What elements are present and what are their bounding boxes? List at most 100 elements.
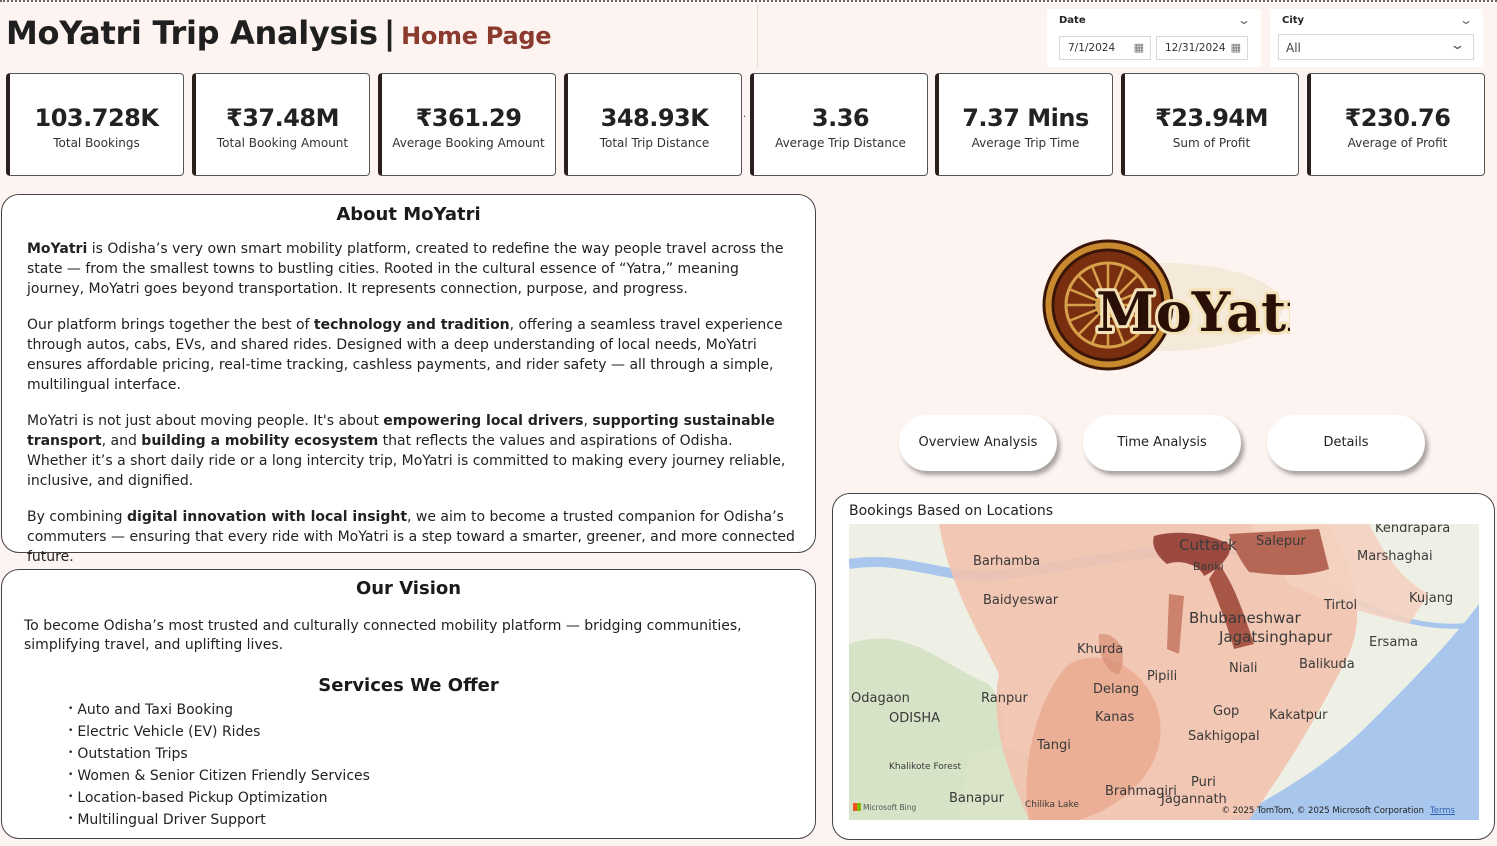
- map-terms-link[interactable]: Terms: [1430, 806, 1455, 816]
- map-label: Kakatpur: [1269, 708, 1328, 723]
- kpi-value: 348.93K: [600, 104, 709, 132]
- kpi-value: 3.36: [811, 104, 870, 132]
- date-start-input[interactable]: 7/1/2024 ▦: [1059, 36, 1151, 60]
- date-start-value: 7/1/2024: [1068, 42, 1116, 54]
- map-label: Kendrapara: [1375, 524, 1450, 536]
- about-text: ,: [583, 413, 593, 429]
- kpi-value: ₹361.29: [415, 104, 522, 132]
- date-slicer-label: Date: [1059, 15, 1086, 26]
- kpi-label: Total Trip Distance: [599, 136, 710, 150]
- service-item: Location-based Pickup Optimization: [68, 788, 815, 810]
- services-list: Auto and Taxi Booking Electric Vehicle (…: [68, 700, 815, 832]
- about-paragraph-1: MoYatri is Odisha’s very own smart mobil…: [27, 239, 797, 299]
- kpi-value: ₹37.48M: [226, 104, 340, 132]
- about-panel: About MoYatri MoYatri is Odisha’s very o…: [1, 194, 816, 565]
- kpi-label: Sum of Profit: [1172, 136, 1251, 150]
- kpi-value: 103.728K: [34, 104, 159, 132]
- kpi-label: Total Booking Amount: [216, 136, 349, 150]
- header-divider: [757, 4, 758, 68]
- about-bold-text: technology and tradition: [313, 317, 510, 333]
- city-slicer: City ⌄ All ⌄: [1270, 9, 1483, 67]
- about-paragraph-4: By combining digital innovation with loc…: [27, 507, 797, 567]
- map-label: Jagatsinghapur: [1218, 628, 1333, 646]
- logo-wordmark: MoYatri MoYatri: [1093, 277, 1338, 347]
- map-label: Bhubaneshwar: [1189, 609, 1302, 627]
- overview-analysis-button[interactable]: Overview Analysis: [899, 415, 1057, 471]
- kpi-value: 7.37 Mins: [962, 104, 1089, 132]
- about-text: , and: [101, 433, 142, 449]
- about-text: Our platform brings together the best of: [27, 317, 314, 333]
- map-label: Cuttack: [1179, 536, 1237, 554]
- kpi-label: Average Booking Amount: [392, 136, 545, 150]
- vision-text: To become Odisha’s most trusted and cult…: [24, 618, 742, 653]
- map-label: Pipili: [1147, 669, 1177, 684]
- kpi-label: Total Bookings: [53, 136, 140, 150]
- chevron-down-icon: ⌄: [1449, 38, 1466, 53]
- about-bold-text: digital innovation with local insight: [127, 509, 408, 525]
- date-end-input[interactable]: 12/31/2024 ▦: [1156, 36, 1248, 60]
- map-label: Chilika Lake: [1025, 800, 1079, 810]
- title-separator: |: [383, 14, 396, 52]
- about-text: is Odisha’s very own smart mobility plat…: [27, 241, 784, 297]
- about-paragraph-2: Our platform brings together the best of…: [27, 315, 797, 395]
- page-title: MoYatri Trip Analysis | Home Page: [6, 14, 552, 52]
- city-dropdown[interactable]: All ⌄: [1278, 34, 1474, 60]
- about-bold-text: empowering local drivers: [383, 413, 584, 429]
- details-button[interactable]: Details: [1267, 415, 1425, 471]
- map-label: Delang: [1093, 682, 1139, 697]
- kpi-average-trip-distance: 3.36 Average Trip Distance: [750, 73, 928, 176]
- map-title: Bookings Based on Locations: [849, 503, 1054, 519]
- about-paragraph-3: MoYatri is not just about moving people.…: [27, 411, 797, 491]
- svg-text:MoYatri: MoYatri: [1096, 280, 1290, 344]
- kpi-label: Average Trip Time: [971, 136, 1080, 150]
- calendar-icon[interactable]: ▦: [1231, 41, 1241, 54]
- map-copyright-text: © 2025 TomTom, © 2025 Microsoft Corporat…: [1221, 806, 1424, 816]
- map-label: ODISHA: [889, 711, 940, 726]
- map-label: Khalikote Forest: [889, 762, 962, 772]
- map-label: Banapur: [949, 791, 1005, 806]
- map-provider: Microsoft Bing: [863, 803, 917, 812]
- kpi-total-trip-distance: 348.93K Total Trip Distance: [564, 73, 742, 176]
- map-panel: Bookings Based on Locations Kendrapara S…: [832, 493, 1495, 840]
- microsoft-logo-icon: [853, 803, 861, 811]
- kpi-label: Average Trip Distance: [775, 136, 906, 150]
- map-label: Kujang: [1409, 591, 1453, 606]
- map-label: Ersama: [1369, 635, 1418, 650]
- time-analysis-button[interactable]: Time Analysis: [1083, 415, 1241, 471]
- map-label: Gop: [1213, 704, 1239, 719]
- service-item: Women & Senior Citizen Friendly Services: [68, 766, 815, 788]
- service-item: Multilingual Driver Support: [68, 810, 815, 832]
- kpi-value: ₹230.76: [1344, 104, 1451, 132]
- moyatri-logo: MoYatri MoYatri: [1040, 235, 1338, 375]
- map-copyright: © 2025 TomTom, © 2025 Microsoft Corporat…: [1221, 806, 1455, 816]
- map-label: Banki: [1193, 560, 1224, 573]
- map-label: Ranpur: [981, 691, 1028, 706]
- service-item: Electric Vehicle (EV) Rides: [68, 722, 815, 744]
- about-text: MoYatri is not just about moving people.…: [27, 413, 384, 429]
- map-label: Kanas: [1095, 710, 1134, 725]
- city-slicer-label: City: [1282, 15, 1305, 26]
- kpi-separator-dot: ·: [743, 112, 747, 123]
- calendar-icon[interactable]: ▦: [1134, 41, 1144, 54]
- vision-panel: Our Vision To become Odisha’s most trust…: [1, 569, 816, 839]
- kpi-label: Average of Profit: [1347, 136, 1448, 150]
- report-title: MoYatri Trip Analysis: [6, 14, 378, 52]
- bookings-map[interactable]: Kendrapara Salepur Barhamba Cuttack Mars…: [849, 524, 1479, 820]
- chevron-down-icon[interactable]: ⌄: [1237, 13, 1251, 27]
- map-label: Sakhigopal: [1188, 729, 1260, 744]
- date-end-value: 12/31/2024: [1165, 42, 1226, 54]
- map-label: Odagaon: [851, 691, 910, 706]
- about-heading: About MoYatri: [336, 204, 481, 225]
- map-label: Salepur: [1256, 534, 1306, 549]
- date-slicer: Date ⌄ 7/1/2024 ▦ 12/31/2024 ▦: [1047, 9, 1261, 67]
- kpi-sum-of-profit: ₹23.94M Sum of Profit: [1121, 73, 1299, 176]
- map-label: Barhamba: [973, 554, 1040, 569]
- kpi-total-booking-amount: ₹37.48M Total Booking Amount: [192, 73, 370, 176]
- kpi-average-booking-amount: ₹361.29 Average Booking Amount: [378, 73, 556, 176]
- bing-logo: Microsoft Bing: [853, 803, 916, 812]
- map-label: Balikuda: [1299, 657, 1355, 672]
- kpi-total-bookings: 103.728K Total Bookings: [6, 73, 184, 176]
- page-subtitle: Home Page: [401, 22, 552, 50]
- chevron-down-icon[interactable]: ⌄: [1459, 13, 1473, 27]
- about-text: By combining: [27, 509, 127, 525]
